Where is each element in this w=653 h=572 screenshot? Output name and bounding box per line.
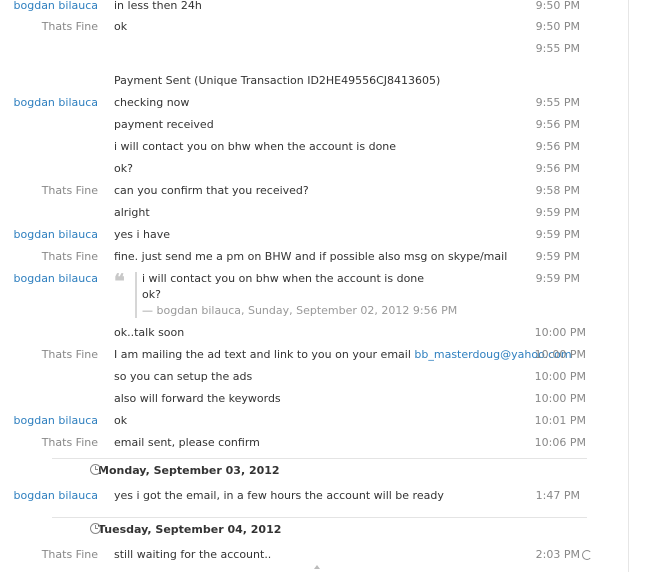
message-body: I am mailing the ad text and link to you… (114, 348, 411, 361)
message-text: ok? (114, 162, 133, 175)
quote-icon: ❝ (114, 269, 125, 293)
quote-bar (135, 272, 137, 318)
date-separator: Monday, September 03, 2012 (52, 458, 587, 483)
message-time: 9:58 PM (535, 184, 580, 197)
scroll-up-arrow-icon[interactable] (314, 565, 320, 569)
message-row: Thats Fine can you confirm that you rece… (0, 181, 653, 201)
sender-name[interactable]: bogdan bilauca (0, 411, 98, 431)
message-row: Thats Fine email sent, please confirm 10… (0, 433, 653, 453)
message-time: 9:56 PM (535, 118, 580, 131)
quote-text: ok? (142, 288, 161, 301)
message-time: 1:47 PM (535, 489, 580, 502)
message-row: Payment Sent (Unique Transaction ID2HE49… (0, 71, 653, 91)
message-text: ok..talk soon (114, 326, 185, 339)
payment-notice: Payment Sent (Unique Transaction ID2HE49… (114, 74, 441, 87)
sender-name[interactable]: bogdan bilauca (0, 269, 98, 289)
message-row: payment received 9:56 PM (0, 115, 653, 135)
message-text: payment received (114, 118, 214, 131)
sender-name[interactable]: Thats Fine (0, 345, 98, 365)
message-text: in less then 24h (114, 0, 202, 12)
date-label: Tuesday, September 04, 2012 (90, 522, 282, 538)
message-text: also will forward the keywords (114, 392, 281, 405)
date-label: Monday, September 03, 2012 (90, 463, 280, 479)
message-time: 9:59 PM (535, 206, 580, 219)
message-text: alright (114, 206, 150, 219)
date-separator: Tuesday, September 04, 2012 (52, 517, 587, 542)
message-time: 10:00 PM (534, 370, 586, 383)
message-text: ok (114, 20, 128, 33)
quote-text: i will contact you on bhw when the accou… (142, 272, 425, 285)
message-text: i will contact you on bhw when the accou… (114, 140, 397, 153)
message-text: fine. just send me a pm on BHW and if po… (114, 250, 508, 263)
message-row: 9:55 PM (0, 39, 653, 59)
date-text: Tuesday, September 04, 2012 (98, 523, 282, 536)
message-time: 9:59 PM (535, 228, 580, 241)
clock-icon (90, 464, 101, 475)
date-text: Monday, September 03, 2012 (98, 464, 280, 477)
message-text: can you confirm that you received? (114, 184, 309, 197)
message-time: 9:50 PM (535, 20, 580, 33)
message-text: checking now (114, 96, 190, 109)
message-row: also will forward the keywords 10:00 PM (0, 389, 653, 409)
sender-name[interactable]: Thats Fine (0, 433, 98, 453)
message-time: 2:03 PM (535, 548, 580, 561)
message-row: bogdan bilauca ok 10:01 PM (0, 411, 653, 431)
message-time: 9:50 PM (535, 0, 580, 12)
chat-history: bogdan bilauca in less then 24h 9:50 PM … (0, 0, 653, 572)
message-row: bogdan bilauca yes i got the email, in a… (0, 486, 653, 506)
sender-name[interactable]: Thats Fine (0, 181, 98, 201)
message-time: 9:59 PM (535, 250, 580, 263)
sender-name[interactable]: Thats Fine (0, 247, 98, 267)
message-row: Thats Fine I am mailing the ad text and … (0, 345, 653, 365)
message-text: I am mailing the ad text and link to you… (114, 345, 572, 365)
message-time: 10:00 PM (534, 348, 586, 361)
pane-divider (628, 0, 629, 572)
message-text: email sent, please confirm (114, 436, 260, 449)
message-time: 10:06 PM (534, 436, 586, 449)
quote-attribution: — bogdan bilauca, Sunday, September 02, … (142, 304, 458, 317)
message-row: bogdan bilauca in less then 24h 9:50 PM (0, 0, 653, 16)
message-text: ok (114, 414, 128, 427)
message-time: 9:56 PM (535, 162, 580, 175)
sender-name[interactable]: Thats Fine (0, 17, 98, 37)
message-row: i will contact you on bhw when the accou… (0, 137, 653, 157)
sender-name[interactable]: bogdan bilauca (0, 0, 98, 16)
sender-name[interactable]: bogdan bilauca (0, 486, 98, 506)
message-row: bogdan bilauca checking now 9:55 PM (0, 93, 653, 113)
message-time: 10:01 PM (534, 414, 586, 427)
message-row: so you can setup the ads 10:00 PM (0, 367, 653, 387)
sender-name[interactable]: Thats Fine (0, 545, 98, 565)
message-text: yes i have (114, 228, 171, 241)
message-time: 10:00 PM (534, 326, 586, 339)
message-row: Thats Fine ok 9:50 PM (0, 17, 653, 37)
message-row: alright 9:59 PM (0, 203, 653, 223)
message-time: 9:55 PM (535, 42, 580, 55)
message-row: Thats Fine still waiting for the account… (0, 545, 653, 565)
message-time: 9:56 PM (535, 140, 580, 153)
message-text: yes i got the email, in a few hours the … (114, 489, 444, 502)
message-time: 9:55 PM (535, 96, 580, 109)
message-row: ok? 9:56 PM (0, 159, 653, 179)
message-time: 10:00 PM (534, 392, 586, 405)
sender-name[interactable]: bogdan bilauca (0, 225, 98, 245)
message-text: still waiting for the account.. (114, 548, 272, 561)
message-row: bogdan bilauca yes i have 9:59 PM (0, 225, 653, 245)
clock-icon (90, 523, 101, 534)
message-row: ok..talk soon 10:00 PM (0, 323, 653, 343)
message-time: 9:59 PM (535, 272, 580, 285)
sending-spinner-icon (582, 550, 592, 560)
message-row: Thats Fine fine. just send me a pm on BH… (0, 247, 653, 267)
message-text: so you can setup the ads (114, 370, 253, 383)
sender-name[interactable]: bogdan bilauca (0, 93, 98, 113)
